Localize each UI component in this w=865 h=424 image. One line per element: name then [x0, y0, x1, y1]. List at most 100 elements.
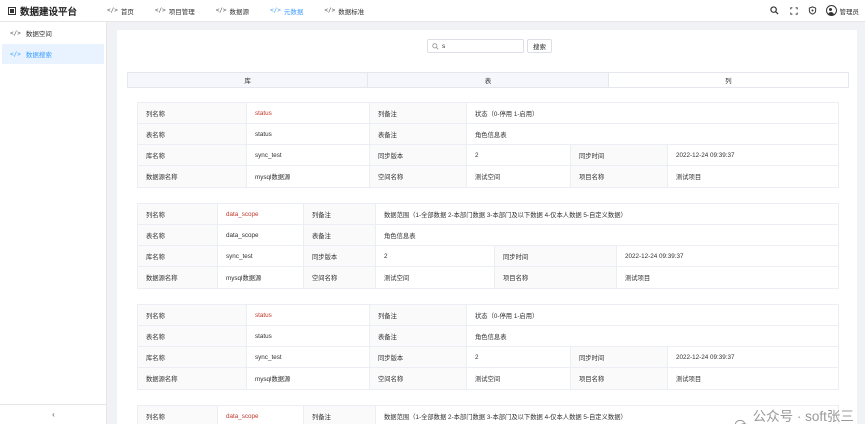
field-value: 2022-12-24 09:39:37: [625, 252, 684, 260]
result-list: 列名称 status 列备注 状态（0-停用 1-启用） 表名称 status 表备注 角色信…: [137, 102, 839, 424]
platform-logo-icon: [8, 6, 16, 15]
user-avatar-icon: [825, 5, 837, 16]
code-icon: </>: [154, 7, 166, 14]
sidebar-item-label: 数据空间: [25, 31, 52, 38]
field-label: 空间名称: [304, 267, 376, 288]
nav-item-datasource[interactable]: </> 数据源: [216, 0, 249, 22]
result-row: 表名称 data_scope 表备注 角色信息表: [138, 225, 838, 246]
field-value: data_scope: [218, 225, 304, 245]
field-label: 表名称: [138, 225, 218, 245]
field-value: mysql数据源: [218, 267, 304, 288]
sidebar-item-label: 数据搜索: [25, 52, 52, 59]
field-value: 角色信息表: [475, 333, 507, 341]
field-label: 列备注: [370, 103, 467, 123]
field-value: 测试项目: [676, 174, 702, 181]
top-nav: </> 首页 </> 项目管理 </> 数据源 </> 元数据 </> 数据标准: [107, 0, 385, 22]
tab-column[interactable]: 列: [608, 73, 848, 87]
search-button[interactable]: 搜索: [527, 39, 552, 53]
watermark-text: 公众号 · soft张三丰: [752, 409, 854, 424]
nav-item-projects[interactable]: </> 项目管理: [155, 0, 195, 22]
nav-item-metadata[interactable]: </> 元数据: [270, 0, 303, 22]
field-label: 表备注: [370, 124, 467, 144]
search-icon[interactable]: [768, 4, 782, 18]
sidebar-item-data-search[interactable]: </> 数据搜索: [2, 44, 104, 64]
result-card: 列名称 data_scope 列备注 数据范围（1-全部数据 2-本部门数据 3-本部…: [137, 405, 839, 424]
search-input[interactable]: [442, 42, 522, 50]
field-label: 同步版本: [370, 145, 467, 165]
field-value: 角色信息表: [384, 232, 416, 240]
field-label: 库名称: [138, 246, 218, 266]
header-tools: 管理员: [763, 4, 865, 18]
field-value: 数据范围（1-全部数据 2-本部门数据 3-本部门及以下数据 4-仅本人数据 5…: [384, 211, 627, 219]
brand[interactable]: 数据建设平台: [0, 0, 107, 22]
result-row: 列名称 data_scope 列备注 数据范围（1-全部数据 2-本部门数据 3-本部…: [138, 406, 838, 424]
field-label: 空间名称: [370, 166, 467, 187]
sidebar-item-data-space[interactable]: </> 数据空间: [2, 23, 104, 43]
field-value: status: [247, 124, 370, 144]
field-label: 同步时间: [571, 145, 668, 165]
field-value: 状态（0-停用 1-启用）: [475, 312, 539, 320]
field-value: data_scope: [218, 406, 304, 424]
field-label: 表名称: [138, 124, 247, 144]
field-value: mysql数据源: [247, 166, 370, 187]
wechat-icon: [735, 419, 748, 424]
field-value: 测试空间: [376, 267, 495, 288]
field-value: 测试项目: [625, 275, 651, 282]
field-value: sync_test: [247, 347, 370, 367]
fullscreen-icon[interactable]: [787, 4, 801, 18]
field-value: mysql数据源: [247, 368, 370, 389]
field-value: 状态（0-停用 1-启用）: [475, 110, 539, 118]
result-row: 表名称 status 表备注 角色信息表: [138, 326, 838, 347]
field-value: status: [247, 305, 370, 325]
tab-database[interactable]: 库: [128, 73, 369, 87]
result-tabs: 库 表 列: [127, 72, 849, 88]
field-label: 列名称: [138, 103, 247, 123]
field-value: 2022-12-24 09:39:37: [676, 151, 735, 159]
field-value: 测试项目: [676, 376, 702, 383]
sidebar-collapse-button[interactable]: ‹: [0, 404, 107, 424]
nav-label: 数据标准: [338, 8, 365, 16]
field-label: 列名称: [138, 204, 218, 224]
result-card: 列名称 status 列备注 状态（0-停用 1-启用） 表名称 status 表备注 角色信…: [137, 102, 839, 188]
nav-item-home[interactable]: </> 首页: [107, 0, 134, 22]
field-label: 列备注: [370, 305, 467, 325]
chevron-left-icon: ‹: [52, 410, 55, 419]
field-label: 列名称: [138, 406, 218, 424]
search-field[interactable]: [427, 39, 524, 53]
user-menu[interactable]: 管理员: [825, 5, 860, 16]
field-value: 2022-12-24 09:39:37: [676, 353, 735, 361]
field-value: sync_test: [218, 246, 304, 266]
result-row: 数据源名称 mysql数据源 空间名称 测试空间 项目名称 测试项目: [138, 166, 838, 187]
field-label: 表名称: [138, 326, 247, 346]
top-header: 数据建设平台 </> 首页 </> 项目管理 </> 数据源 </> 元数据 </> 数据…: [0, 0, 865, 22]
field-label: 数据源名称: [138, 166, 247, 187]
user-name: 管理员: [839, 8, 860, 16]
code-icon: </>: [270, 7, 281, 14]
field-label: 列备注: [304, 406, 376, 424]
result-row: 表名称 status 表备注 角色信息表: [138, 124, 838, 145]
field-label: 表备注: [370, 326, 467, 346]
nav-item-data-standard[interactable]: </> 数据标准: [324, 0, 364, 22]
field-label: 同步时间: [495, 246, 617, 266]
shield-icon[interactable]: [806, 4, 820, 18]
result-row: 数据源名称 mysql数据源 空间名称 测试空间 项目名称 测试项目: [138, 368, 838, 389]
result-row: 列名称 data_scope 列备注 数据范围（1-全部数据 2-本部门数据 3-本部…: [138, 204, 838, 225]
field-label: 表备注: [304, 225, 376, 245]
field-value: 2: [376, 246, 495, 266]
field-value: status: [247, 103, 370, 123]
code-icon: </>: [215, 7, 227, 14]
tab-table[interactable]: 表: [368, 73, 609, 87]
search-bar: 搜索: [427, 39, 552, 53]
app-title: 数据建设平台: [20, 6, 78, 18]
field-label: 数据源名称: [138, 267, 218, 288]
app-root: 数据建设平台 </> 首页 </> 项目管理 </> 数据源 </> 元数据 </> 数据…: [0, 0, 865, 424]
watermark: 公众号 · soft张三丰: [735, 405, 857, 424]
field-value: 2: [467, 145, 571, 165]
field-label: 同步版本: [304, 246, 376, 266]
field-label: 列名称: [138, 305, 247, 325]
field-label: 同步时间: [571, 347, 668, 367]
search-icon: [432, 42, 439, 50]
field-label: 空间名称: [370, 368, 467, 389]
nav-label: 元数据: [283, 8, 304, 16]
sidebar: </> 数据空间 </> 数据搜索 ‹: [0, 22, 107, 424]
